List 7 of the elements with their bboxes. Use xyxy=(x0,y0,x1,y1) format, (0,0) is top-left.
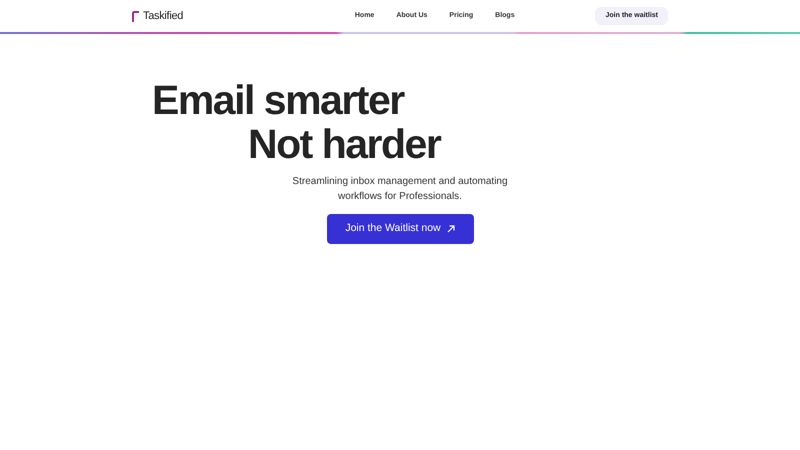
brand-name: Taskified xyxy=(143,8,184,24)
headline: Not harder xyxy=(248,122,442,166)
headline: Email smarter xyxy=(152,78,406,122)
join-waitlist-now-button[interactable]: Join the Waitlist now xyxy=(326,214,474,244)
arrow-icon xyxy=(446,225,455,233)
logo-icon xyxy=(132,10,139,22)
subtitle: Streamlining inbox management and automating workflows for Professionals. xyxy=(291,175,509,204)
